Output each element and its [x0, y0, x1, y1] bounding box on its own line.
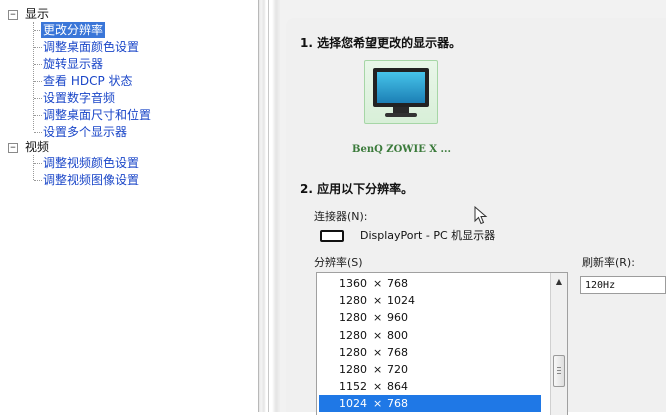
task-tree: − 显示 − 视频 更改分辨率 调整桌面颜色设置 旋转显示器 查看 HDCP 状态 设置… [0, 0, 258, 412]
resolution-height: 768 [387, 397, 408, 411]
resolution-option[interactable]: 1360 × 768 [319, 275, 541, 292]
resolution-width: 1280 [339, 345, 367, 359]
tree-item-display-3[interactable]: 查看 HDCP 状态 [41, 73, 135, 89]
resolution-option[interactable]: 1280 × 1024 [319, 292, 541, 309]
tree-item-display-5[interactable]: 调整桌面尺寸和位置 [41, 107, 153, 123]
resolution-scrollbar[interactable]: ▲ [550, 273, 567, 415]
resolution-option[interactable]: 1024 × 768 [319, 395, 541, 413]
times-symbol: × [373, 380, 383, 394]
tree-category-display[interactable]: 显示 [25, 7, 49, 22]
times-symbol: × [373, 294, 383, 308]
scroll-thumb[interactable] [553, 355, 565, 387]
resolution-list[interactable]: 1360 × 768 1280 × 1024 1280 × 960 1280 × 800 1280 × 76… [316, 272, 568, 415]
times-symbol: × [373, 397, 383, 411]
times-symbol: × [373, 363, 383, 376]
resolution-width: 1280 [339, 363, 367, 376]
panel-splitter[interactable] [258, 0, 280, 412]
resolution-width: 1280 [339, 328, 367, 342]
resolution-option[interactable]: 1152 × 864 [319, 378, 541, 395]
content-pane: 1. 选择您希望更改的显示器。 BenQ ZOWIE X ... 2. 应用以下… [280, 0, 666, 415]
tree-item-display-0[interactable]: 更改分辨率 [41, 22, 106, 38]
connector-label: 连接器(N): [314, 210, 368, 223]
connector-value: DisplayPort - PC 机显示器 [360, 229, 496, 242]
resolution-height: 800 [387, 328, 408, 342]
resolution-width: 1360 [339, 277, 367, 290]
resolution-height: 768 [387, 277, 408, 290]
resolution-height: 720 [387, 363, 408, 376]
times-symbol: × [373, 311, 383, 325]
refresh-rate-select[interactable]: 120Hz [580, 276, 666, 294]
resolution-label: 分辨率(S) [314, 256, 363, 269]
tree-item-display-6[interactable]: 设置多个显示器 [41, 124, 129, 140]
resolution-height: 960 [387, 311, 408, 325]
resolution-option[interactable]: 1280 × 960 [319, 309, 541, 326]
resolution-height: 864 [387, 380, 408, 394]
tree-item-display-1[interactable]: 调整桌面颜色设置 [41, 39, 141, 55]
resolution-width: 1280 [339, 294, 367, 308]
resolution-width: 1024 [339, 397, 367, 411]
tree-item-display-4[interactable]: 设置数字音频 [41, 90, 117, 106]
monitor-tile[interactable] [364, 60, 438, 124]
tree-connector [33, 22, 34, 130]
resolution-height: 768 [387, 345, 408, 359]
times-symbol: × [373, 328, 383, 342]
times-symbol: × [373, 345, 383, 359]
tree-item-video-1[interactable]: 调整视频图像设置 [41, 172, 141, 188]
collapse-display-icon[interactable]: − [8, 10, 18, 20]
times-symbol: × [373, 277, 383, 290]
tree-category-video[interactable]: 视频 [25, 140, 49, 155]
displayport-icon [320, 230, 344, 242]
resolution-option[interactable]: 1280 × 768 [319, 344, 541, 361]
content-card: 1. 选择您希望更改的显示器。 BenQ ZOWIE X ... 2. 应用以下… [286, 18, 666, 415]
resolution-option[interactable]: 1280 × 800 [319, 327, 541, 344]
monitor-name: BenQ ZOWIE X ... [352, 144, 451, 155]
resolution-width: 1152 [339, 380, 367, 394]
section-apply-resolution-title: 2. 应用以下分辨率。 [300, 182, 414, 196]
tree-item-video-0[interactable]: 调整视频颜色设置 [41, 155, 141, 171]
resolution-width: 1280 [339, 311, 367, 325]
section-select-display-title: 1. 选择您希望更改的显示器。 [300, 36, 462, 50]
monitor-icon [373, 68, 429, 107]
mouse-pointer-icon [474, 206, 488, 225]
scroll-up-icon[interactable]: ▲ [551, 273, 567, 290]
refresh-rate-label: 刷新率(R): [582, 256, 635, 269]
tree-item-display-2[interactable]: 旋转显示器 [41, 56, 105, 72]
resolution-height: 1024 [387, 294, 415, 308]
collapse-video-icon[interactable]: − [8, 143, 18, 153]
resolution-option[interactable]: 1280 × 720 [319, 361, 541, 378]
tree-connector [33, 155, 34, 180]
